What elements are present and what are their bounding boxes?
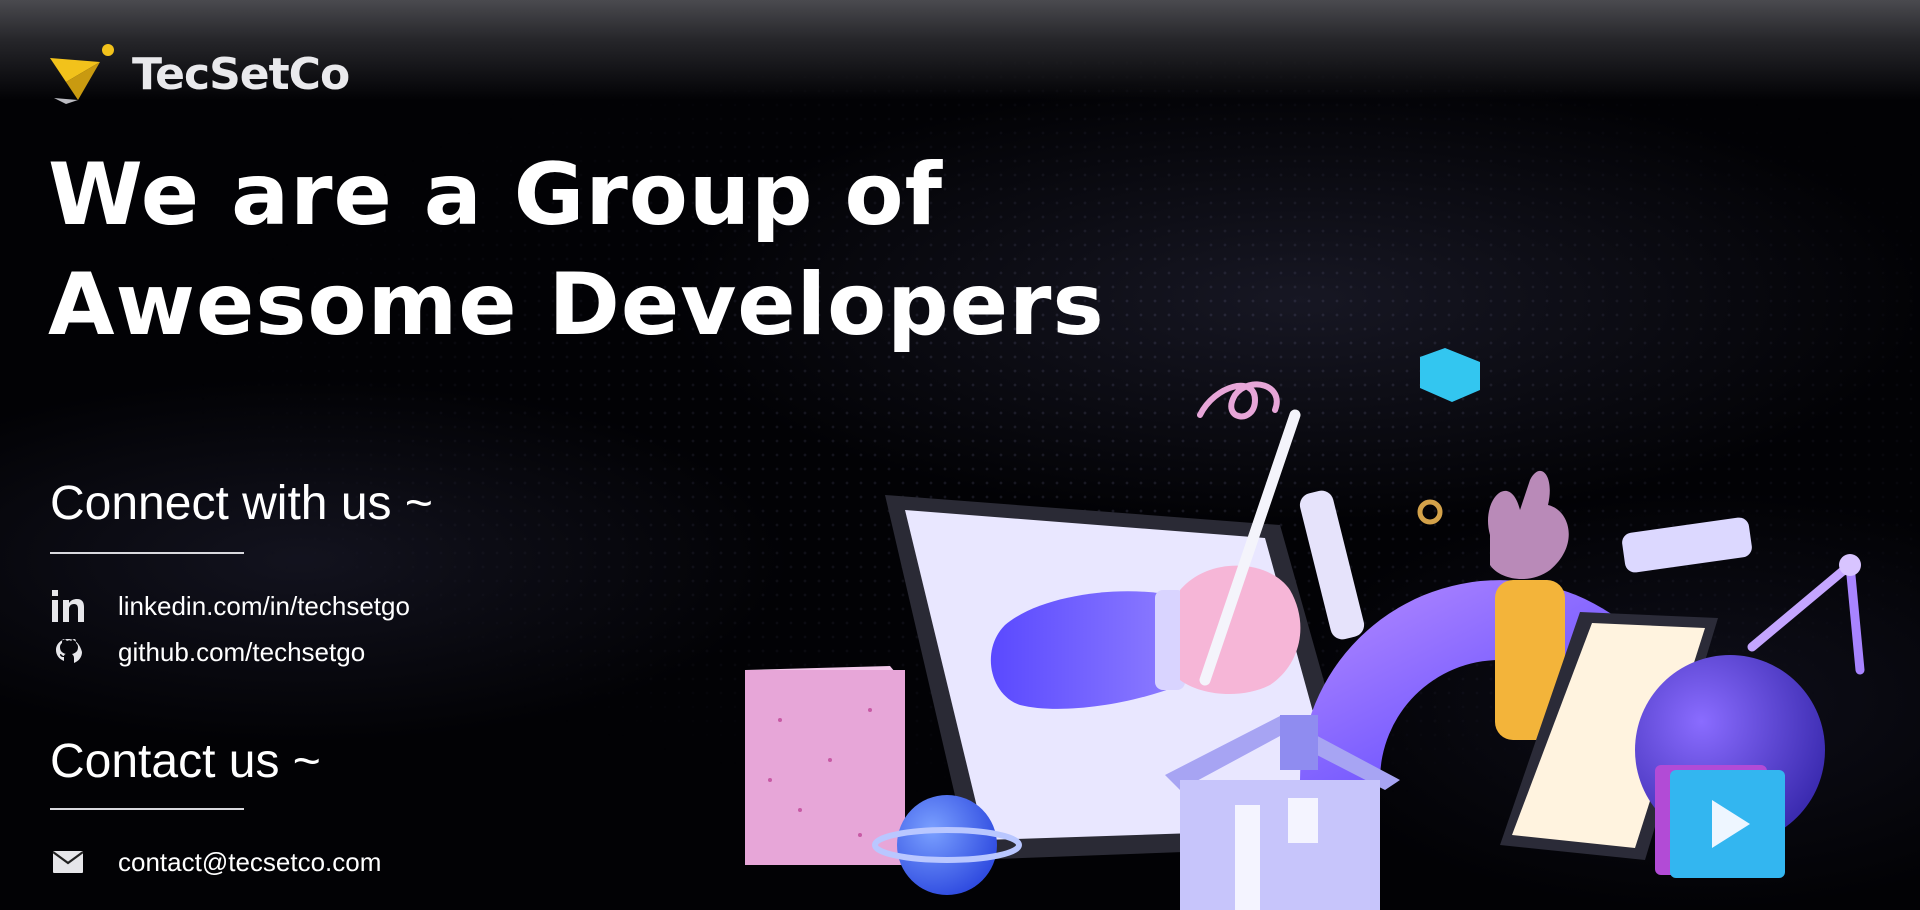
contact-title: Contact us ~ <box>50 735 321 788</box>
hero-headline: We are a Group of Awesome Developers <box>48 140 1105 360</box>
pink-cube <box>745 666 905 865</box>
header: TecSetCo <box>48 42 350 106</box>
cyan-cube <box>1420 348 1480 402</box>
email-row: contact@tecsetco.com <box>50 844 381 880</box>
linkedin-link[interactable]: linkedin.com/in/techsetgo <box>118 591 410 622</box>
hero-illustration <box>745 348 1865 910</box>
linkedin-icon <box>50 588 86 624</box>
brand-name[interactable]: TecSetCo <box>132 49 350 100</box>
logo-icon[interactable] <box>48 42 118 106</box>
contact-divider <box>50 808 244 810</box>
github-row: github.com/techsetgo <box>50 634 365 670</box>
github-link[interactable]: github.com/techsetgo <box>118 637 365 668</box>
hero-line-1: We are a Group of <box>48 145 944 245</box>
pink-squiggle <box>1197 381 1280 420</box>
github-icon <box>50 634 86 670</box>
connect-title: Connect with us ~ <box>50 477 433 530</box>
mail-icon <box>50 844 86 880</box>
floating-card <box>1622 517 1752 573</box>
video-play-card <box>1655 765 1785 878</box>
linkedin-row: linkedin.com/in/techsetgo <box>50 588 410 624</box>
email-link[interactable]: contact@tecsetco.com <box>118 847 381 878</box>
gold-ring <box>1417 499 1443 525</box>
connect-divider <box>50 552 244 554</box>
toolbar-strip <box>1299 490 1365 640</box>
compass <box>1747 554 1865 675</box>
